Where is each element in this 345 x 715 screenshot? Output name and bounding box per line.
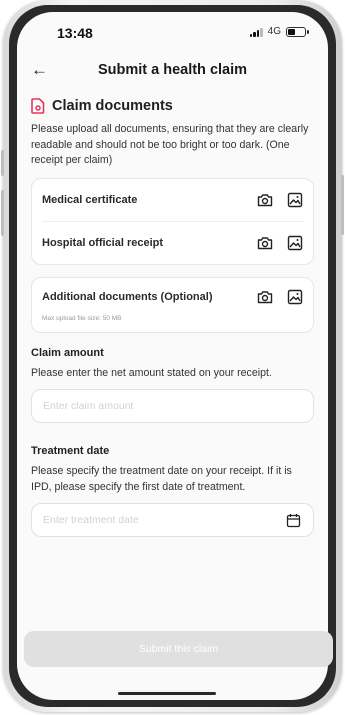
documents-intro: Please upload all documents, ensuring th…: [31, 123, 309, 166]
phone-side-button: [1, 190, 4, 236]
camera-icon[interactable]: [257, 235, 273, 251]
document-row-additional: Additional documents (Optional): [42, 289, 303, 305]
document-actions: [257, 289, 303, 305]
document-actions: [257, 235, 303, 251]
submit-claim-button[interactable]: Submit this claim: [24, 631, 333, 667]
claim-amount-help: Please enter the net amount stated on yo…: [31, 366, 272, 379]
claim-amount-input[interactable]: Enter claim amount: [31, 389, 314, 423]
treatment-date-help: Please specify the treatment date on you…: [31, 465, 292, 493]
document-row-medical-certificate: Medical certificate: [42, 179, 303, 221]
additional-documents-card: Additional documents (Optional) Max uplo…: [31, 276, 314, 333]
screen-content: Claim documents Please upload all docume…: [17, 12, 328, 700]
max-upload-note: Max upload file size: 50 MB: [42, 314, 122, 322]
gallery-icon[interactable]: [287, 192, 303, 208]
document-label: Medical certificate: [42, 193, 138, 206]
gallery-icon[interactable]: [287, 289, 303, 305]
camera-icon[interactable]: [257, 289, 273, 305]
document-icon: [31, 98, 45, 114]
treatment-date-input[interactable]: Enter treatment date: [31, 503, 314, 537]
phone-side-button: [341, 175, 344, 235]
document-actions: [257, 192, 303, 208]
camera-icon[interactable]: [257, 192, 273, 208]
claim-amount-placeholder: Enter claim amount: [43, 400, 134, 412]
document-row-hospital-receipt: Hospital official receipt: [42, 220, 303, 264]
gallery-icon[interactable]: [287, 235, 303, 251]
document-label: Additional documents (Optional): [42, 290, 213, 303]
treatment-date-label: Treatment date: [31, 445, 110, 457]
phone-side-button: [1, 150, 4, 176]
main-content: Claim documents Please upload all docume…: [31, 98, 314, 537]
home-indicator: [118, 692, 216, 695]
claim-amount-label: Claim amount: [31, 346, 104, 359]
documents-section-header: Claim documents: [31, 98, 314, 114]
document-label: Hospital official receipt: [42, 236, 164, 249]
section-title: Claim documents: [52, 98, 173, 114]
documents-card: Medical certificate Hospital official re…: [31, 177, 314, 265]
calendar-icon[interactable]: [286, 513, 301, 528]
treatment-date-placeholder: Enter treatment date: [43, 514, 139, 526]
